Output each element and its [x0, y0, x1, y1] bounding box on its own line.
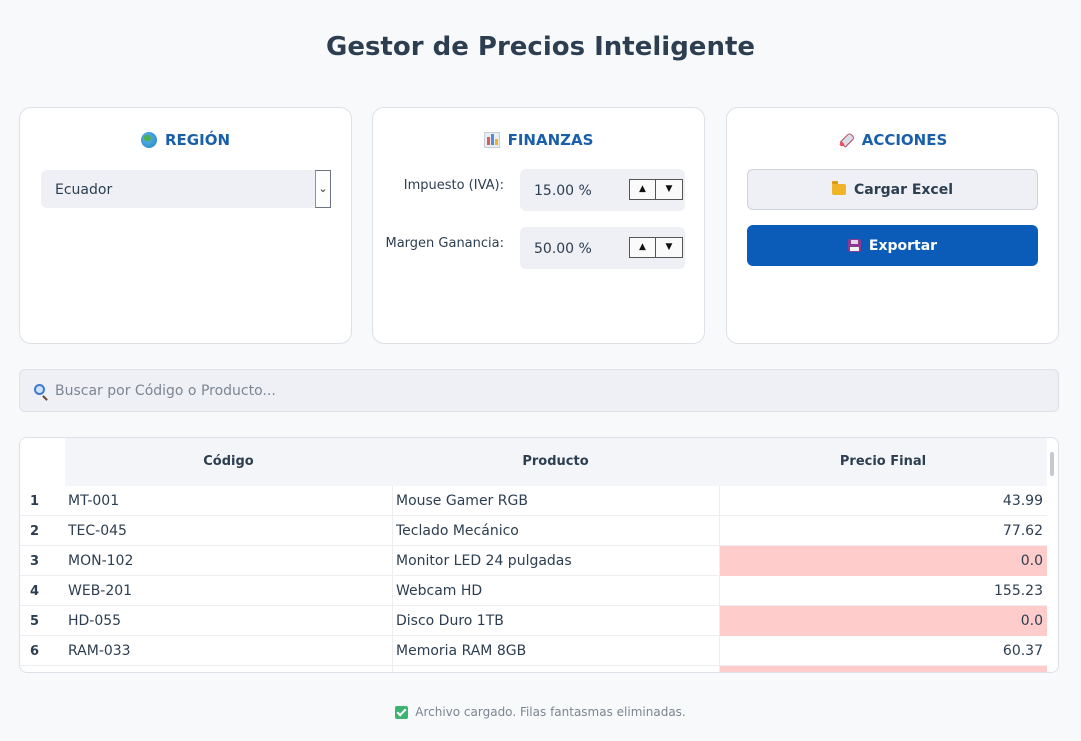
table-row-partial: [20, 666, 1047, 672]
margin-label: Margen Ganancia:: [385, 236, 504, 251]
cell-code[interactable]: WEB-201: [65, 576, 392, 606]
row-number: 3: [30, 554, 40, 569]
cell-code[interactable]: HD-055: [65, 606, 392, 636]
margin-value: 50.00 %: [534, 241, 592, 257]
column-header-price[interactable]: Precio Final: [719, 438, 1047, 486]
row-number: 5: [30, 614, 40, 629]
region-select[interactable]: Ecuador ⌄: [41, 170, 331, 208]
load-excel-button[interactable]: Cargar Excel: [747, 169, 1038, 210]
cell-product[interactable]: Monitor LED 24 pulgadas: [392, 546, 719, 576]
margin-stepper: ▲ ▼: [629, 237, 683, 258]
region-select-value: Ecuador: [55, 182, 113, 198]
table-header: Código Producto Precio Final: [20, 438, 1047, 486]
search-input[interactable]: Buscar por Código o Producto...: [19, 369, 1059, 412]
load-excel-label: Cargar Excel: [853, 181, 954, 198]
row-number: 6: [30, 644, 40, 659]
export-button[interactable]: Exportar: [747, 225, 1038, 266]
margin-decrement-button[interactable]: ▼: [656, 237, 683, 258]
table-row[interactable]: 3 MON-102 Monitor LED 24 pulgadas 0.0: [20, 546, 1047, 576]
bar-chart-icon: [483, 132, 500, 148]
tax-value: 15.00 %: [534, 183, 592, 199]
actions-card: ACCIONES Cargar Excel Exportar: [726, 107, 1059, 344]
cell-code[interactable]: RAM-033: [65, 636, 392, 666]
cell-price[interactable]: 0.0: [719, 606, 1047, 636]
row-number: 4: [30, 584, 40, 599]
globe-icon: [141, 132, 157, 148]
cell-price[interactable]: 43.99: [719, 486, 1047, 516]
table-cell: [719, 666, 1047, 672]
cell-code[interactable]: MON-102: [65, 546, 392, 576]
rocket-icon: [834, 129, 857, 152]
chevron-down-icon[interactable]: ⌄: [315, 170, 331, 208]
tax-label: Impuesto (IVA):: [403, 178, 504, 193]
cell-product[interactable]: Teclado Mecánico: [392, 516, 719, 546]
table-cell: [392, 666, 719, 672]
margin-increment-button[interactable]: ▲: [629, 237, 656, 258]
floppy-disk-icon: [847, 239, 861, 252]
region-header-label: REGIÓN: [165, 131, 230, 149]
finance-header-label: FINANZAS: [507, 131, 594, 149]
search-icon: [34, 384, 45, 395]
column-header-product[interactable]: Producto: [392, 438, 719, 486]
row-number: 1: [30, 494, 40, 509]
actions-header-label: ACCIONES: [861, 131, 948, 149]
tax-increment-button[interactable]: ▲: [629, 179, 656, 200]
cell-code[interactable]: MT-001: [65, 486, 392, 516]
table-row[interactable]: 2 TEC-045 Teclado Mecánico 77.62: [20, 516, 1047, 546]
cell-product[interactable]: Mouse Gamer RGB: [392, 486, 719, 516]
check-icon: [395, 705, 409, 719]
products-table: Código Producto Precio Final 1 MT-001 Mous…: [19, 437, 1059, 673]
finance-header: FINANZAS: [373, 131, 704, 149]
cell-price[interactable]: 155.23: [719, 576, 1047, 606]
search-placeholder: Buscar por Código o Producto...: [55, 383, 276, 399]
export-label: Exportar: [868, 237, 938, 254]
region-card: REGIÓN Ecuador ⌄: [19, 107, 352, 344]
cell-price[interactable]: 60.37: [719, 636, 1047, 666]
actions-header: ACCIONES: [727, 131, 1058, 149]
table-row[interactable]: 4 WEB-201 Webcam HD 155.23: [20, 576, 1047, 606]
page-title: Gestor de Precios Inteligente: [325, 32, 756, 62]
cell-product[interactable]: Disco Duro 1TB: [392, 606, 719, 636]
table-row[interactable]: 1 MT-001 Mouse Gamer RGB 43.99: [20, 486, 1047, 516]
cell-code[interactable]: TEC-045: [65, 516, 392, 546]
column-header-code[interactable]: Código: [65, 438, 392, 486]
margin-spinbox[interactable]: 50.00 % ▲ ▼: [520, 227, 685, 269]
table-row[interactable]: 6 RAM-033 Memoria RAM 8GB 60.37: [20, 636, 1047, 666]
region-header: REGIÓN: [20, 131, 351, 149]
table-scrollbar[interactable]: [1050, 452, 1054, 476]
cell-price[interactable]: 77.62: [719, 516, 1047, 546]
status-text: Archivo cargado. Filas fantasmas elimina…: [415, 705, 686, 719]
tax-decrement-button[interactable]: ▼: [656, 179, 683, 200]
tax-spinbox[interactable]: 15.00 % ▲ ▼: [520, 169, 685, 211]
finance-card: FINANZAS Impuesto (IVA): 15.00 % ▲ ▼ Mar…: [372, 107, 705, 344]
table-row[interactable]: 5 HD-055 Disco Duro 1TB 0.0: [20, 606, 1047, 636]
folder-icon: [831, 181, 846, 195]
cell-product[interactable]: Memoria RAM 8GB: [392, 636, 719, 666]
tax-stepper: ▲ ▼: [629, 179, 683, 200]
status-bar: Archivo cargado. Filas fantasmas elimina…: [0, 705, 1081, 719]
table-corner: [20, 438, 65, 486]
row-number: 2: [30, 524, 40, 539]
cell-price[interactable]: 0.0: [719, 546, 1047, 576]
cell-product[interactable]: Webcam HD: [392, 576, 719, 606]
